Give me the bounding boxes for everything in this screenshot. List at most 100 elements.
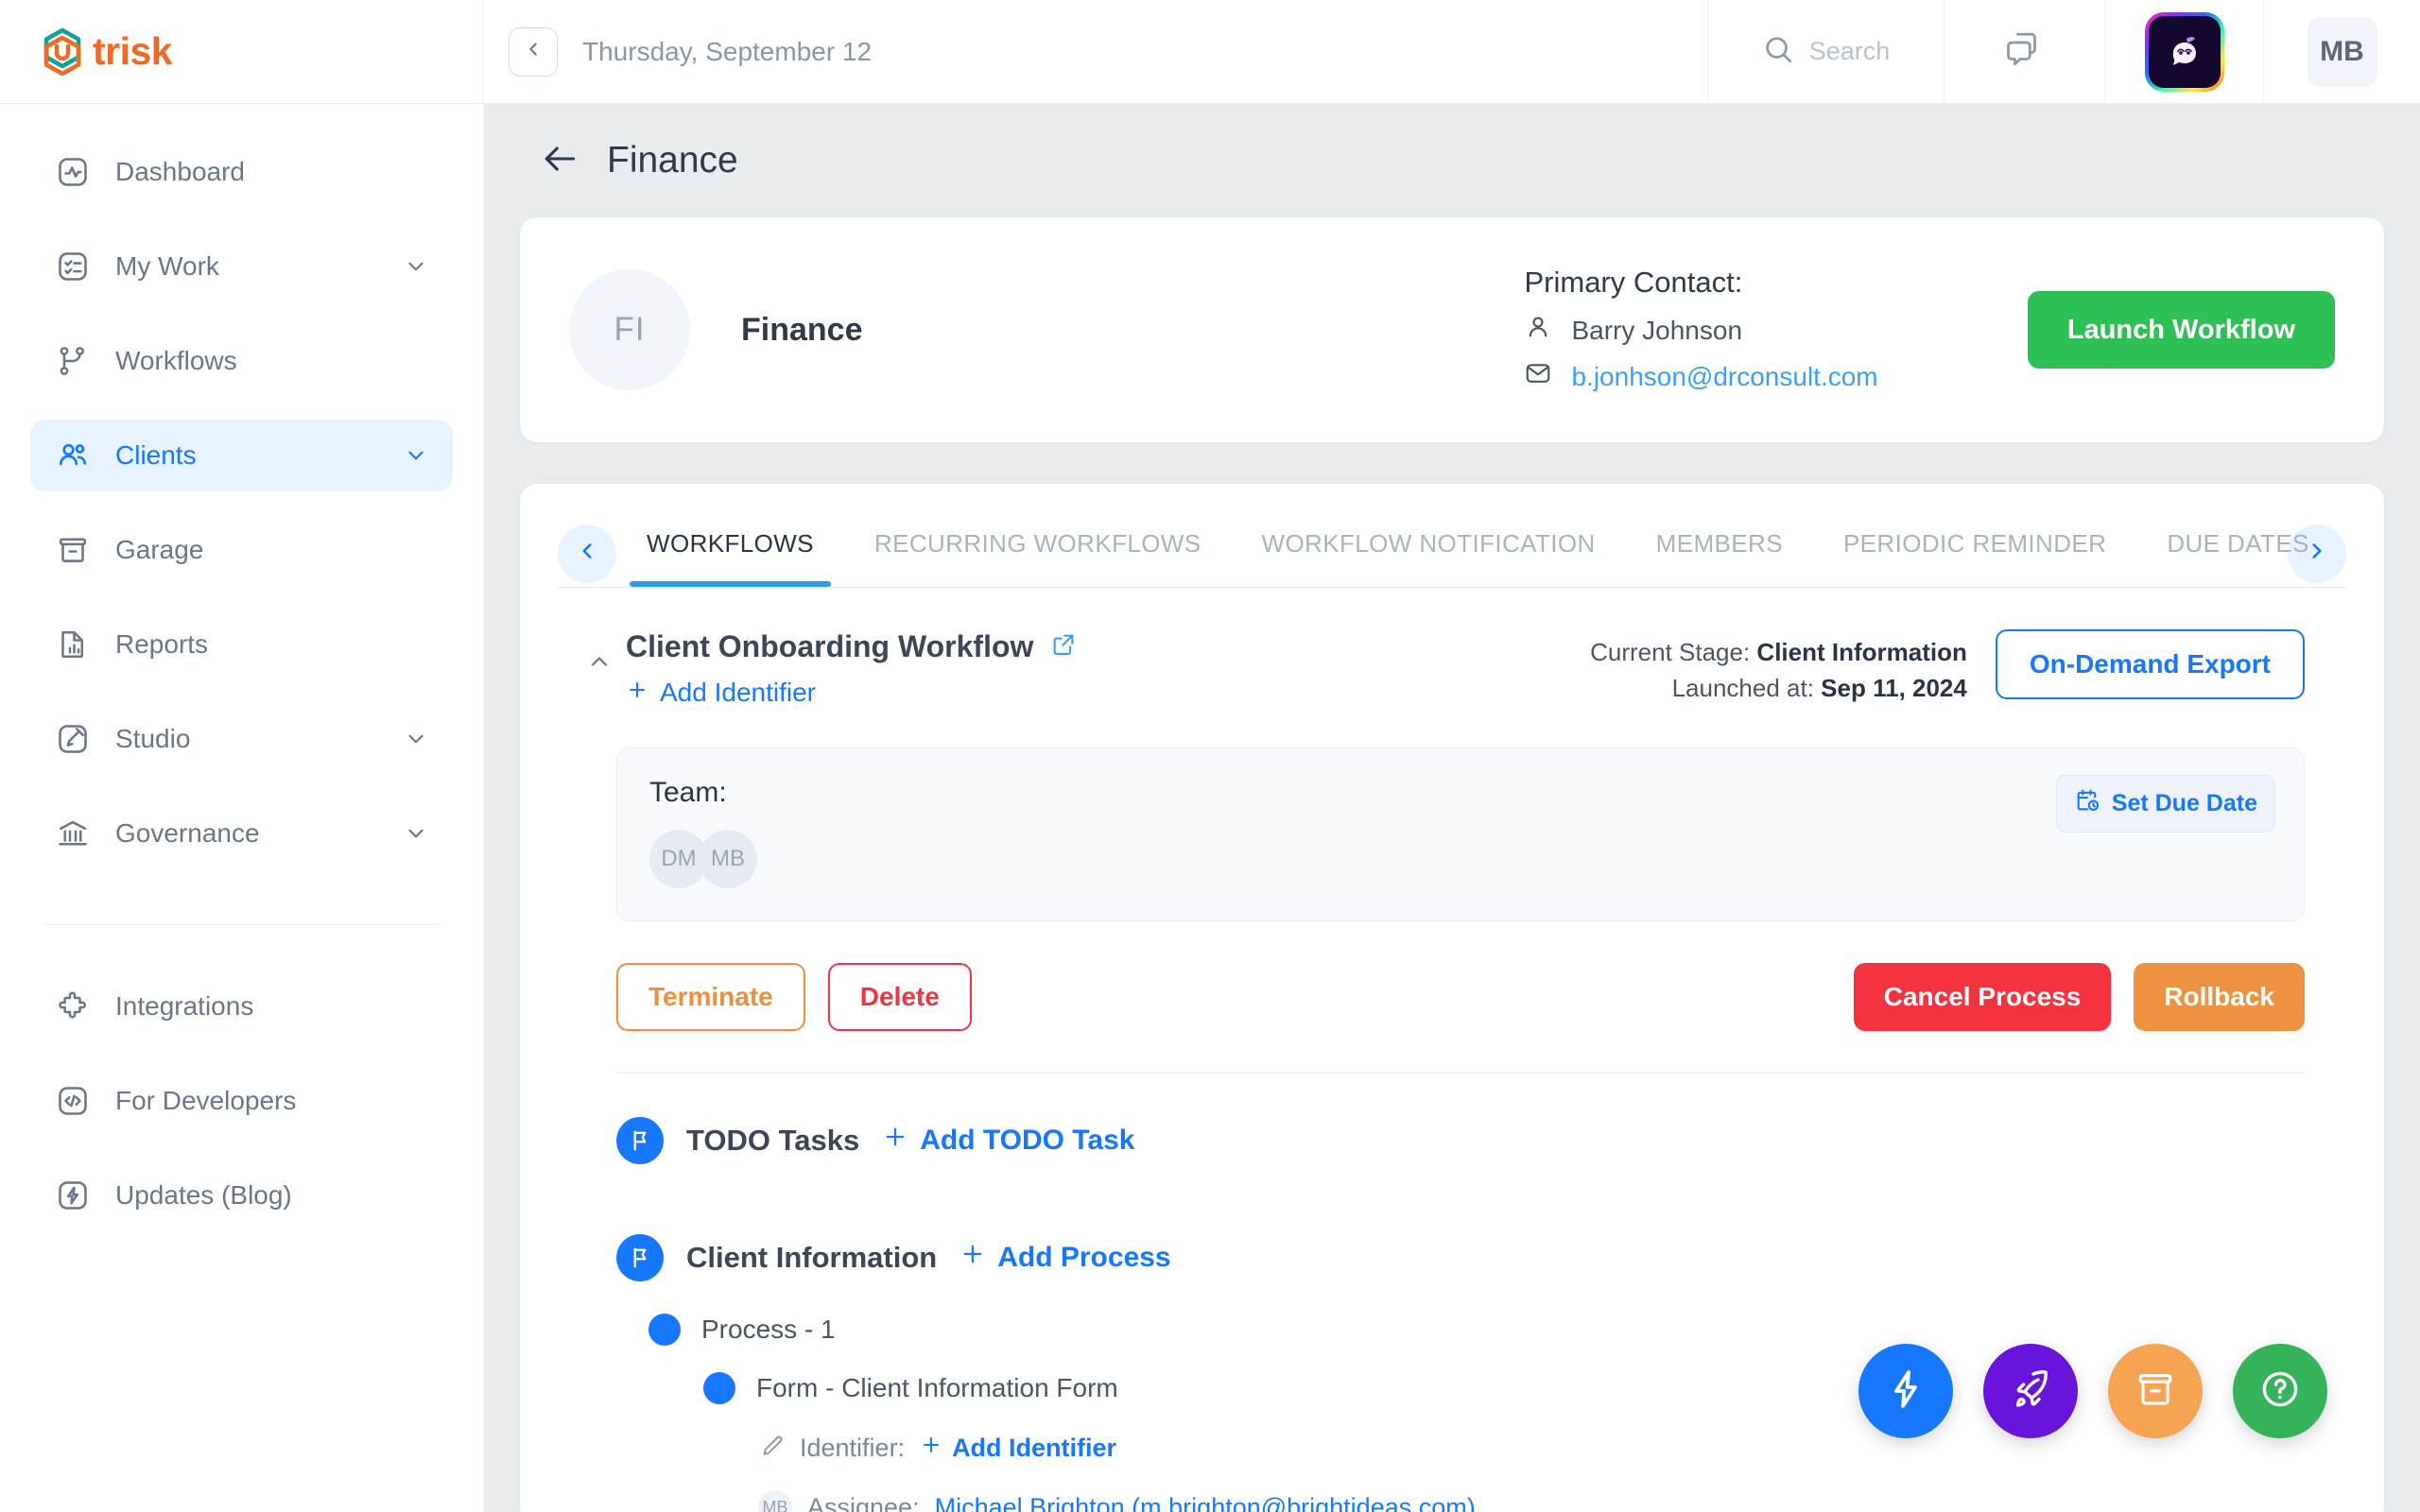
fab-rocket-button[interactable] (1983, 1344, 2078, 1438)
tabs-row: WORKFLOWS RECURRING WORKFLOWS WORKFLOW N… (558, 520, 2346, 587)
assignee-value[interactable]: Michael Brighton (m.brighton@brightideas… (935, 1493, 1476, 1512)
plus-icon (882, 1124, 908, 1158)
chevron-up-icon (586, 648, 613, 679)
tab-workflows[interactable]: WORKFLOWS (616, 520, 844, 587)
ai-assistant-button[interactable] (2104, 0, 2263, 103)
date-block: Thursday, September 12 (484, 0, 1707, 103)
app-root: trisk Thursday, September 12 Search MB D… (0, 0, 2420, 1512)
terminate-button[interactable]: Terminate (616, 963, 805, 1031)
workflow-add-identifier-button[interactable]: Add Identifier (626, 678, 1077, 708)
chat-button[interactable] (1944, 0, 2104, 103)
question-circle-icon (2257, 1366, 2303, 1417)
add-process-button[interactable]: Add Process (959, 1241, 1171, 1275)
client-summary-card: FI Finance Primary Contact: Barry Johnso… (520, 217, 2384, 442)
tab-periodic-reminder[interactable]: PERIODIC REMINDER (1813, 520, 2136, 587)
chevron-down-icon[interactable] (404, 727, 428, 751)
floating-action-buttons (1858, 1344, 2327, 1438)
on-demand-export-button[interactable]: On-Demand Export (1995, 629, 2305, 699)
set-due-date-button[interactable]: Set Due Date (2055, 775, 2275, 833)
fab-help-button[interactable] (2233, 1344, 2327, 1438)
brand-logo[interactable]: trisk (0, 0, 484, 103)
client-information-section: Client Information Add Process (616, 1234, 2305, 1281)
workflow-branch-icon (55, 343, 91, 379)
identifier-label: Identifier: (800, 1434, 906, 1462)
chevron-down-icon[interactable] (404, 443, 428, 468)
tree-node-process[interactable]: Process - 1 (648, 1314, 2305, 1346)
chat-bubbles-icon (2005, 29, 2045, 74)
avatar[interactable]: MB (699, 830, 757, 888)
tab-members[interactable]: MEMBERS (1626, 520, 1813, 587)
archive-box-icon (2134, 1367, 2177, 1416)
contact-name-row: Barry Johnson (1524, 313, 1877, 348)
cancel-process-button[interactable]: Cancel Process (1853, 963, 2112, 1031)
add-process-label: Add Process (997, 1242, 1171, 1273)
client-information-title: Client Information (686, 1241, 938, 1274)
external-link-icon[interactable] (1050, 631, 1077, 662)
workflow-collapse-toggle[interactable] (579, 629, 620, 679)
chevron-down-icon[interactable] (404, 254, 428, 279)
tabs-prev-button[interactable] (558, 524, 616, 583)
current-stage-label: Current Stage: (1590, 638, 1751, 666)
add-todo-task-button[interactable]: Add TODO Task (882, 1124, 1134, 1158)
sidebar-item-my-work[interactable]: My Work (30, 231, 453, 302)
sidebar-item-governance[interactable]: Governance (30, 798, 453, 869)
chevron-down-icon[interactable] (404, 821, 428, 846)
sidebar-item-integrations[interactable]: Integrations (30, 971, 453, 1042)
search-button[interactable]: Search (1707, 0, 1944, 103)
top-bar: trisk Thursday, September 12 Search MB (0, 0, 2420, 104)
rollback-button[interactable]: Rollback (2134, 963, 2305, 1031)
code-brackets-icon (55, 1083, 91, 1119)
contact-email[interactable]: b.jonhson@drconsult.com (1571, 362, 1877, 392)
todo-tasks-section: TODO Tasks Add TODO Task (616, 1117, 2305, 1164)
calendar-clock-icon (2074, 787, 2100, 820)
form-add-identifier-label: Add Identifier (952, 1434, 1117, 1462)
document-chart-icon (55, 627, 91, 662)
contact-email-row[interactable]: b.jonhson@drconsult.com (1524, 359, 1878, 394)
sidebar-item-workflows[interactable]: Workflows (30, 325, 453, 397)
user-avatar-button[interactable]: MB (2263, 0, 2420, 103)
status-dot-icon (703, 1372, 735, 1404)
fab-lightning-button[interactable] (1858, 1344, 1953, 1438)
sidebar-item-for-developers[interactable]: For Developers (30, 1065, 453, 1137)
sidebar-item-label: Clients (115, 440, 197, 470)
sidebar-item-label: For Developers (115, 1086, 297, 1115)
sidebar-item-dashboard[interactable]: Dashboard (30, 136, 453, 208)
workflow-title: Client Onboarding Workflow (626, 629, 1034, 663)
team-avatars: DM MB (649, 830, 2272, 888)
sidebar-item-garage[interactable]: Garage (30, 514, 453, 586)
sidebar-item-label: Studio (115, 724, 191, 753)
avatar: MB (758, 1490, 792, 1512)
tree-node-assignee: MB Assignee: Michael Brighton (m.brighto… (758, 1490, 2305, 1512)
sidebar-item-reports[interactable]: Reports (30, 609, 453, 680)
current-date: Thursday, September 12 (582, 36, 873, 66)
delete-button[interactable]: Delete (827, 963, 972, 1031)
sidebar-item-updates-blog[interactable]: Updates (Blog) (30, 1160, 453, 1231)
bank-columns-icon (55, 816, 91, 851)
arrow-left-icon[interactable] (539, 138, 580, 184)
client-name: Finance (741, 311, 863, 348)
tab-due-dates[interactable]: DUE DATES (2136, 520, 2339, 587)
workflow-header: Client Onboarding Workflow Add Identifie… (579, 629, 2305, 708)
form-label: Form - Client Information Form (756, 1373, 1118, 1402)
sidebar-collapse-button[interactable] (509, 26, 558, 77)
search-placeholder: Search (1808, 37, 1891, 65)
sidebar-item-label: My Work (115, 251, 219, 281)
form-add-identifier-button[interactable]: Add Identifier (920, 1434, 1116, 1463)
fab-archive-button[interactable] (2108, 1344, 2203, 1438)
tab-recurring-workflows[interactable]: RECURRING WORKFLOWS (844, 520, 1232, 587)
ai-assistant-avatar-icon (2144, 11, 2224, 92)
contact-name: Barry Johnson (1571, 315, 1743, 345)
avatar: MB (2307, 16, 2377, 87)
process-label: Process - 1 (701, 1314, 836, 1344)
launch-workflow-button[interactable]: Launch Workflow (2027, 291, 2335, 369)
team-label: Team: (649, 777, 727, 808)
chevron-left-icon (523, 39, 544, 64)
sidebar-item-studio[interactable]: Studio (30, 703, 453, 775)
rocket-icon (2008, 1366, 2053, 1417)
checklist-icon (55, 249, 91, 284)
archive-box-icon (55, 532, 91, 568)
tab-workflow-notification[interactable]: WORKFLOW NOTIFICATION (1232, 520, 1626, 587)
top-actions: Search MB (1707, 0, 2420, 103)
sidebar-item-clients[interactable]: Clients (30, 420, 453, 491)
primary-contact-heading: Primary Contact: (1524, 266, 1743, 299)
